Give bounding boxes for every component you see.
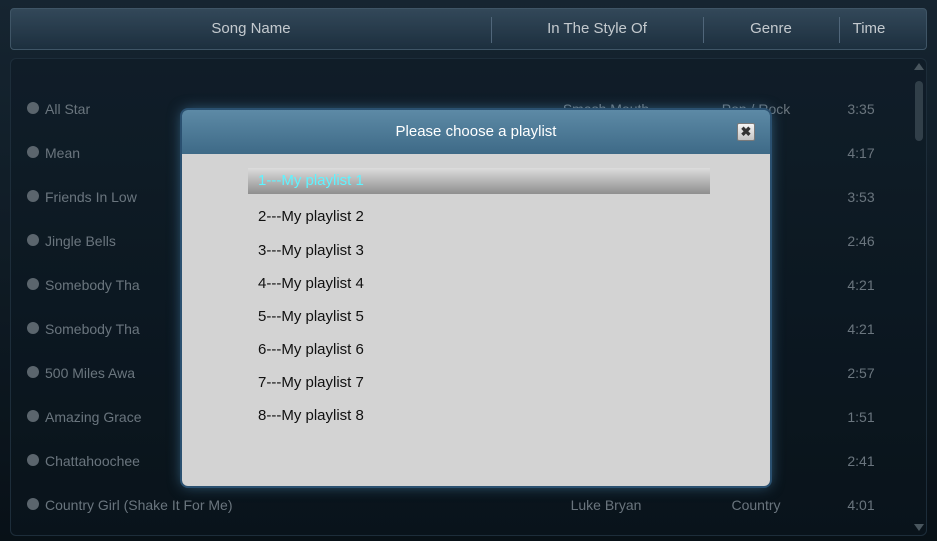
playlist-label: 3---My playlist 3 bbox=[258, 242, 364, 259]
playlist-item[interactable]: 8---My playlist 8 bbox=[248, 403, 710, 429]
playlist-label: 1---My playlist 1 bbox=[258, 172, 364, 189]
dialog-title-bar: Please choose a playlist ✖ bbox=[182, 110, 770, 154]
playlist-item[interactable]: 5---My playlist 5 bbox=[248, 304, 710, 330]
choose-playlist-dialog: Please choose a playlist ✖ 1---My playli… bbox=[182, 110, 770, 486]
playlist-label: 2---My playlist 2 bbox=[258, 208, 364, 225]
playlist-label: 7---My playlist 7 bbox=[258, 374, 364, 391]
playlist-label: 6---My playlist 6 bbox=[258, 341, 364, 358]
playlist-label: 5---My playlist 5 bbox=[258, 308, 364, 325]
playlist-item[interactable]: 7---My playlist 7 bbox=[248, 370, 710, 396]
playlist-item[interactable]: 6---My playlist 6 bbox=[248, 337, 710, 363]
playlist-list: 1---My playlist 1 2---My playlist 2 3---… bbox=[182, 154, 770, 486]
playlist-item[interactable]: 3---My playlist 3 bbox=[248, 238, 710, 264]
playlist-item[interactable]: 4---My playlist 4 bbox=[248, 271, 710, 297]
playlist-label: 8---My playlist 8 bbox=[258, 407, 364, 424]
dialog-title: Please choose a playlist bbox=[395, 123, 557, 140]
close-icon[interactable]: ✖ bbox=[737, 123, 755, 141]
playlist-label: 4---My playlist 4 bbox=[258, 275, 364, 292]
playlist-item[interactable]: 2---My playlist 2 bbox=[248, 204, 710, 230]
playlist-item-selected[interactable]: 1---My playlist 1 bbox=[248, 168, 710, 194]
